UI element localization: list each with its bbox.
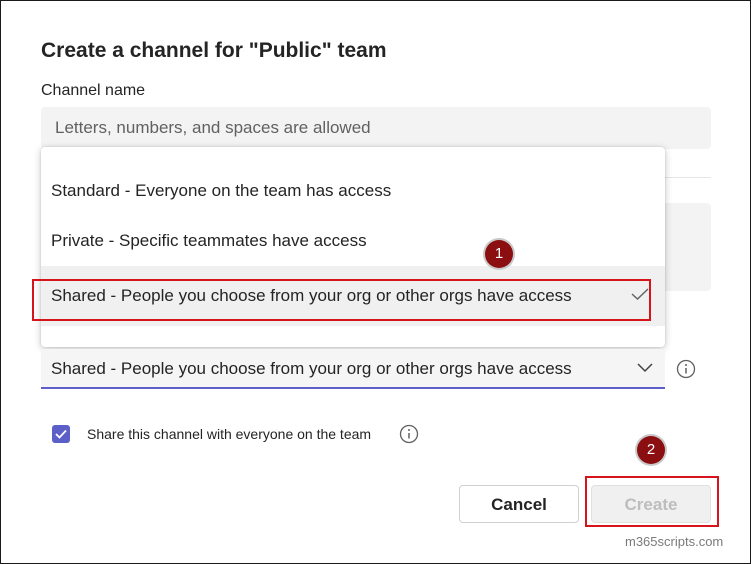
checkbox-check-icon <box>55 429 67 439</box>
checkmark-icon <box>631 288 649 300</box>
privacy-option-label: Standard - Everyone on the team has acce… <box>51 181 392 200</box>
dialog: Create a channel for "Public" team Chann… <box>0 0 751 564</box>
hidden-field-divider <box>665 177 711 178</box>
privacy-option-shared[interactable]: Shared - People you choose from your org… <box>41 266 665 326</box>
privacy-select[interactable]: Shared - People you choose from your org… <box>41 349 665 389</box>
create-button[interactable]: Create <box>591 485 711 523</box>
privacy-option-label: Shared - People you choose from your org… <box>51 286 572 305</box>
channel-name-label: Channel name <box>41 82 146 99</box>
annotation-badge-step-2: 2 <box>637 436 665 464</box>
share-with-team-checkbox[interactable] <box>52 425 70 443</box>
chevron-down-icon <box>637 363 653 373</box>
privacy-option-standard[interactable]: Standard - Everyone on the team has acce… <box>41 166 665 216</box>
watermark: m365scripts.com <box>625 534 724 549</box>
channel-name-input[interactable] <box>41 107 711 149</box>
info-icon[interactable] <box>676 359 696 379</box>
dialog-title: Create a channel for "Public" team <box>41 39 387 62</box>
info-icon[interactable] <box>399 424 419 444</box>
cancel-button[interactable]: Cancel <box>459 485 579 523</box>
privacy-select-value: Shared - People you choose from your org… <box>51 359 572 378</box>
privacy-option-label: Private - Specific teammates have access <box>51 231 367 250</box>
annotation-badge-step-1: 1 <box>485 240 513 268</box>
privacy-option-private[interactable]: Private - Specific teammates have access <box>41 216 665 266</box>
privacy-dropdown-menu: Standard - Everyone on the team has acce… <box>41 147 665 347</box>
hidden-description-field <box>665 203 711 291</box>
share-with-team-label: Share this channel with everyone on the … <box>87 426 372 442</box>
